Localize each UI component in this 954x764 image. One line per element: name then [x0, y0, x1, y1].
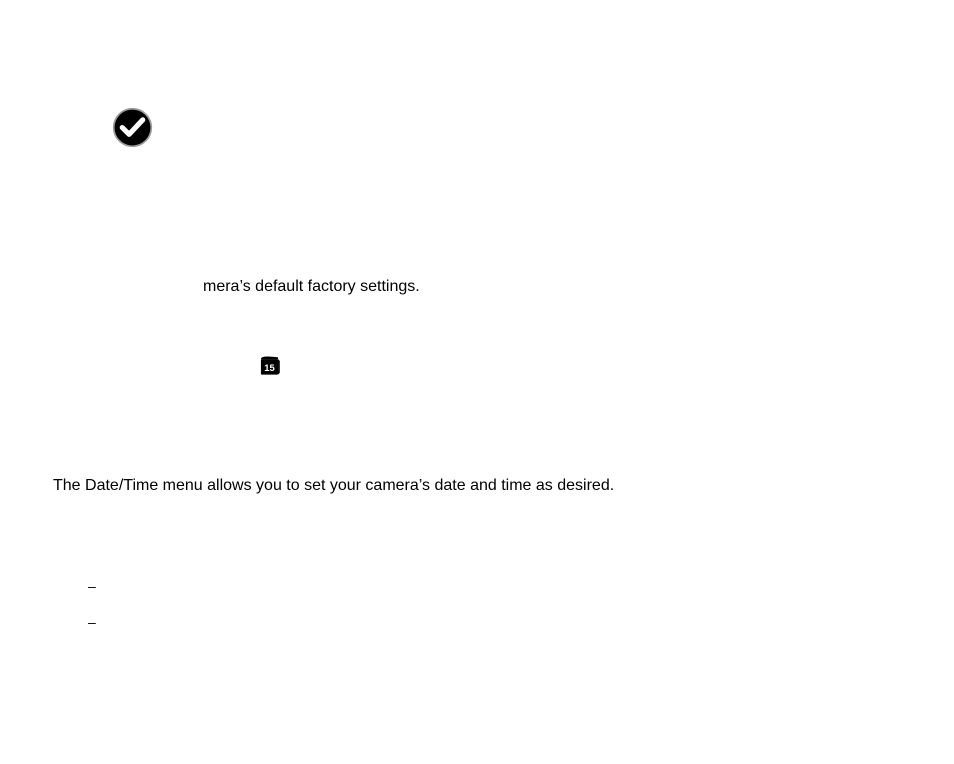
svg-text:15: 15 — [264, 362, 274, 373]
checkmark-icon — [112, 107, 153, 148]
calendar-15-icon: 15 — [259, 354, 280, 378]
factory-settings-fragment: mera’s default factory settings. — [203, 278, 420, 296]
list-dash-1: – — [88, 578, 96, 594]
list-dash-2: – — [88, 614, 96, 630]
datetime-description: The Date/Time menu allows you to set you… — [53, 477, 614, 495]
